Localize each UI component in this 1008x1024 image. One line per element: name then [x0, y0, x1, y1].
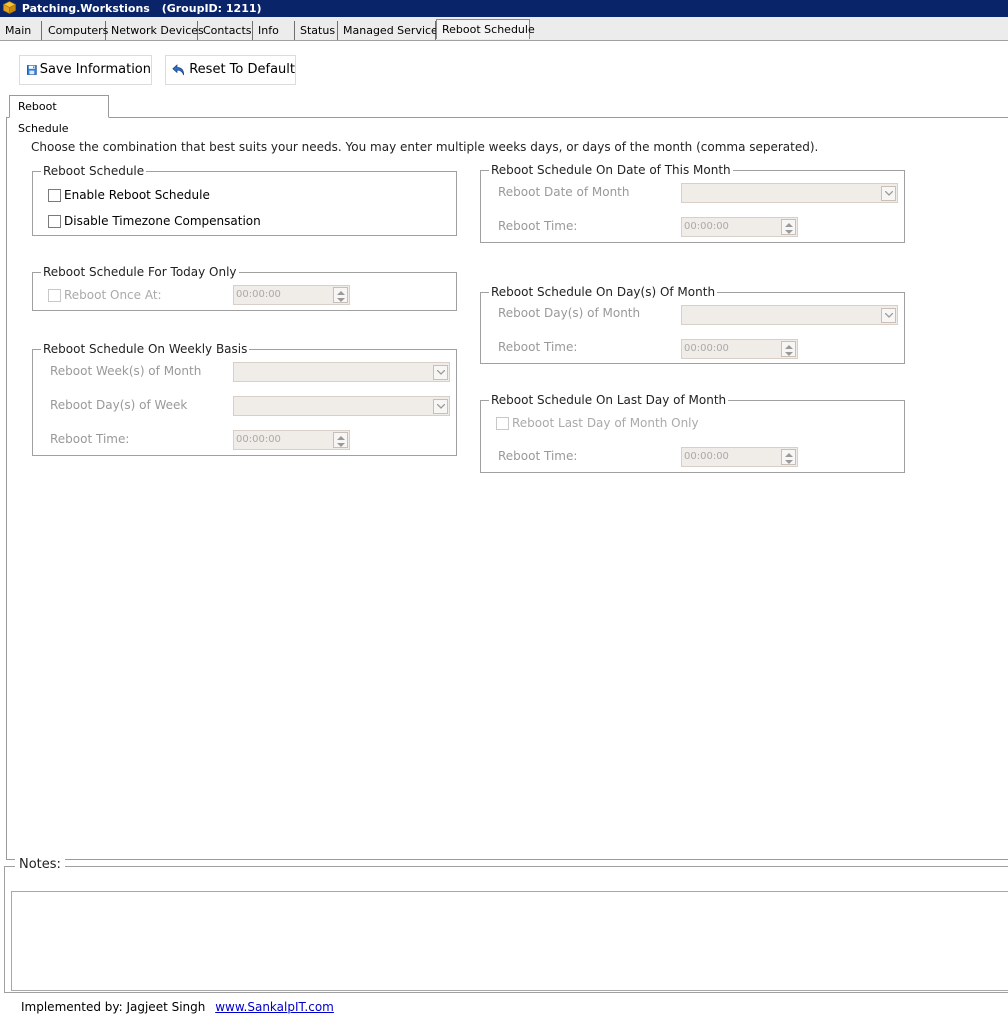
checkbox-box[interactable] [48, 288, 61, 302]
weeks-of-month-label: Reboot Week(s) of Month [50, 364, 202, 378]
spin-up-icon[interactable] [785, 345, 793, 349]
implemented-by-label: Implemented by: Jagjeet Singh [21, 1000, 206, 1014]
days-of-week-combo[interactable] [233, 396, 450, 416]
tab-reboot-schedule[interactable]: Reboot Schedule [436, 19, 535, 39]
today-time-spinner[interactable]: 00:00:00 [233, 285, 350, 305]
footer: Implemented by: Jagjeet Singh www.Sankal… [21, 1000, 334, 1014]
date-time-spinner[interactable]: 00:00:00 [681, 217, 798, 237]
date-of-month-legend: Reboot Schedule On Date of This Month [489, 162, 733, 178]
checkbox-box[interactable] [48, 214, 61, 228]
last-day-legend: Reboot Schedule On Last Day of Month [489, 392, 729, 408]
main-tabstrip: Main Computers Network Devices Contacts … [0, 17, 1008, 41]
reboot-once-checkbox[interactable]: Reboot Once At: [48, 287, 162, 303]
reboot-schedule-legend: Reboot Schedule [41, 163, 147, 179]
subtab-reboot-schedule[interactable]: Reboot Schedule [9, 95, 109, 135]
disable-timezone-checkbox[interactable]: Disable Timezone Compensation [48, 213, 261, 229]
weekly-time-value: 00:00:00 [236, 434, 281, 445]
notes-legend: Notes: [15, 857, 65, 872]
spin-up-icon[interactable] [785, 223, 793, 227]
dropdown-button[interactable] [881, 308, 896, 323]
website-link[interactable]: www.SankalpIT.com [215, 1000, 334, 1014]
floppy-disk-icon [27, 65, 37, 75]
enable-reboot-label: Enable Reboot Schedule [64, 188, 210, 202]
disable-timezone-label: Disable Timezone Compensation [64, 214, 261, 228]
days-of-month-combo[interactable] [681, 305, 898, 325]
weeks-of-month-combo[interactable] [233, 362, 450, 382]
days-time-spinner[interactable]: 00:00:00 [681, 339, 798, 359]
spin-down-icon[interactable] [785, 460, 793, 464]
days-of-week-label: Reboot Day(s) of Week [50, 398, 188, 412]
group-id-label: (GroupID: 1211) [161, 2, 262, 15]
date-of-month-label: Reboot Date of Month [498, 185, 630, 199]
tab-info[interactable]: Info [253, 21, 295, 40]
spin-up-icon[interactable] [785, 453, 793, 457]
notes-textarea[interactable] [11, 891, 1008, 991]
window-title: Patching.Workstions [21, 2, 150, 15]
chevron-down-icon [436, 370, 445, 375]
intro-text: Choose the combination that best suits y… [31, 140, 819, 154]
spin-up-icon[interactable] [337, 436, 345, 440]
last-day-time-spinner[interactable]: 00:00:00 [681, 447, 798, 467]
dropdown-button[interactable] [433, 365, 448, 380]
chevron-down-icon [436, 404, 445, 409]
last-day-checkbox-label: Reboot Last Day of Month Only [512, 416, 699, 430]
save-button-label: Save Information [39, 62, 151, 77]
date-time-value: 00:00:00 [684, 221, 729, 232]
chevron-down-icon [884, 313, 893, 318]
days-of-month-legend: Reboot Schedule On Day(s) Of Month [489, 284, 718, 300]
weekly-time-spinner[interactable]: 00:00:00 [233, 430, 350, 450]
days-time-label: Reboot Time: [498, 340, 578, 354]
tab-network-devices[interactable]: Network Devices [106, 21, 204, 40]
reset-button-label: Reset To Default [189, 62, 295, 77]
spinner-buttons[interactable] [333, 432, 348, 448]
chevron-down-icon [884, 191, 893, 196]
app-icon [3, 1, 16, 14]
spinner-buttons[interactable] [333, 287, 348, 303]
window-titlebar: Patching.Workstions (GroupID: 1211) [0, 0, 1008, 17]
checkbox-box[interactable] [496, 416, 509, 430]
tab-contacts[interactable]: Contacts [198, 21, 253, 40]
save-button[interactable]: Save Information [19, 55, 152, 85]
reset-button[interactable]: Reset To Default [165, 55, 296, 85]
undo-arrow-icon [172, 64, 185, 76]
weekly-legend: Reboot Schedule On Weekly Basis [41, 341, 250, 357]
enable-reboot-checkbox[interactable]: Enable Reboot Schedule [48, 187, 210, 203]
spin-up-icon[interactable] [337, 291, 345, 295]
dropdown-button[interactable] [881, 186, 896, 201]
spin-down-icon[interactable] [337, 443, 345, 447]
date-time-label: Reboot Time: [498, 219, 578, 233]
tab-main[interactable]: Main [0, 21, 42, 40]
tab-computers[interactable]: Computers [42, 21, 108, 40]
days-of-month-label: Reboot Day(s) of Month [498, 306, 641, 320]
last-day-time-label: Reboot Time: [498, 449, 578, 463]
spin-down-icon[interactable] [785, 352, 793, 356]
last-day-checkbox[interactable]: Reboot Last Day of Month Only [496, 415, 699, 431]
checkbox-box[interactable] [48, 188, 61, 202]
dropdown-button[interactable] [433, 399, 448, 414]
weekly-time-label: Reboot Time: [50, 432, 130, 446]
today-only-legend: Reboot Schedule For Today Only [41, 264, 239, 280]
spin-down-icon[interactable] [337, 298, 345, 302]
spin-down-icon[interactable] [785, 230, 793, 234]
spinner-buttons[interactable] [781, 341, 796, 357]
date-of-month-combo[interactable] [681, 183, 898, 203]
notes-group: Notes: [4, 857, 1008, 993]
last-day-time-value: 00:00:00 [684, 451, 729, 462]
tab-status[interactable]: Status [295, 21, 338, 40]
spinner-buttons[interactable] [781, 219, 796, 235]
today-time-value: 00:00:00 [236, 289, 281, 300]
reboot-once-label: Reboot Once At: [64, 288, 162, 302]
tab-managed-services[interactable]: Managed Services [338, 21, 444, 40]
days-time-value: 00:00:00 [684, 343, 729, 354]
spinner-buttons[interactable] [781, 449, 796, 465]
